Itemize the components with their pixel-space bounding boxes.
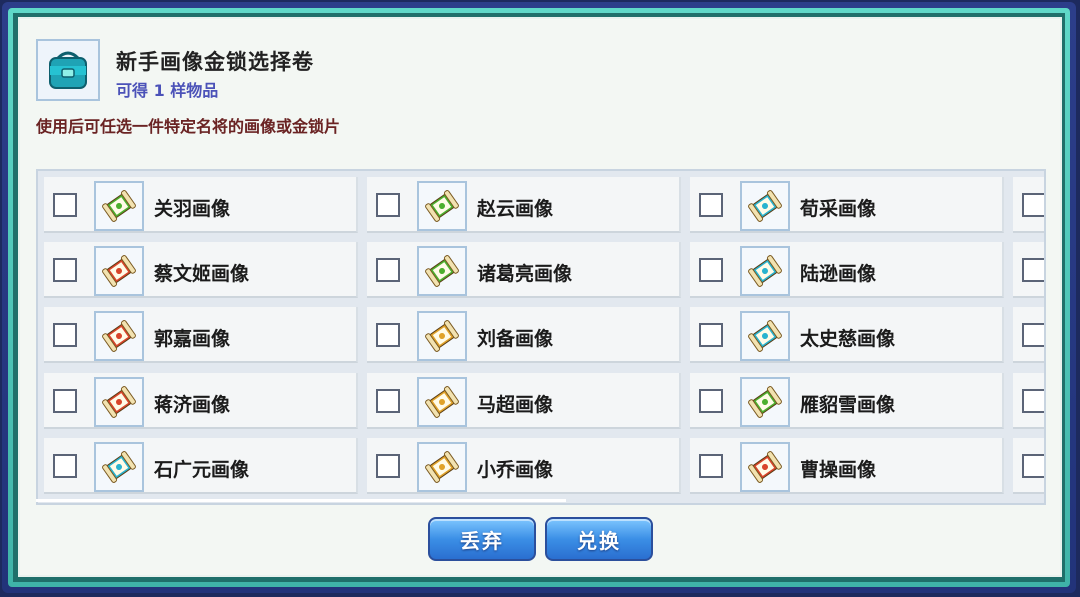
dialog-subtitle: 可得 1 样物品 bbox=[116, 81, 219, 100]
portrait-scroll-icon[interactable] bbox=[417, 181, 467, 231]
item-checkbox[interactable] bbox=[1022, 258, 1044, 282]
item-checkbox[interactable] bbox=[376, 323, 400, 347]
item-cell-partial[interactable] bbox=[1013, 242, 1044, 298]
item-checkbox[interactable] bbox=[699, 258, 723, 282]
item-checkbox[interactable] bbox=[699, 323, 723, 347]
portrait-scroll-icon[interactable] bbox=[740, 311, 790, 361]
item-name: 关羽画像 bbox=[154, 198, 231, 220]
item-name: 陆逊画像 bbox=[800, 263, 877, 285]
portrait-scroll-icon[interactable] bbox=[94, 181, 144, 231]
item-checkbox[interactable] bbox=[699, 389, 723, 413]
item-cell-partial[interactable] bbox=[1013, 177, 1044, 233]
item-cell[interactable]: 马超画像 bbox=[367, 373, 681, 429]
item-checkbox[interactable] bbox=[53, 454, 77, 478]
portrait-scroll-icon[interactable] bbox=[94, 311, 144, 361]
item-name: 小乔画像 bbox=[477, 459, 554, 481]
item-checkbox[interactable] bbox=[376, 258, 400, 282]
item-checkbox[interactable] bbox=[1022, 389, 1044, 413]
portrait-scroll-icon[interactable] bbox=[94, 442, 144, 492]
item-cell[interactable]: 诸葛亮画像 bbox=[367, 242, 681, 298]
item-checkbox[interactable] bbox=[699, 454, 723, 478]
item-name: 赵云画像 bbox=[477, 198, 554, 220]
item-checkbox[interactable] bbox=[53, 258, 77, 282]
item-name: 诸葛亮画像 bbox=[477, 263, 573, 285]
dialog-description: 使用后可任选一件特定名将的画像或金锁片 bbox=[36, 117, 341, 136]
item-checkbox[interactable] bbox=[376, 454, 400, 478]
item-cell[interactable]: 太史慈画像 bbox=[690, 307, 1004, 363]
item-cell[interactable]: 小乔画像 bbox=[367, 438, 681, 494]
item-cell[interactable]: 郭嘉画像 bbox=[44, 307, 358, 363]
portrait-scroll-icon[interactable] bbox=[417, 311, 467, 361]
item-name: 马超画像 bbox=[477, 394, 554, 416]
item-cell[interactable]: 雁貂雪画像 bbox=[690, 373, 1004, 429]
portrait-scroll-icon[interactable] bbox=[94, 377, 144, 427]
item-cell[interactable]: 赵云画像 bbox=[367, 177, 681, 233]
item-cell[interactable]: 蔡文姬画像 bbox=[44, 242, 358, 298]
exchange-button[interactable]: 兑换 bbox=[545, 517, 653, 561]
item-checkbox[interactable] bbox=[376, 389, 400, 413]
portrait-scroll-icon[interactable] bbox=[417, 442, 467, 492]
item-cell[interactable]: 蒋济画像 bbox=[44, 373, 358, 429]
item-checkbox[interactable] bbox=[376, 193, 400, 217]
item-name: 刘备画像 bbox=[477, 328, 554, 350]
item-cell[interactable]: 曹操画像 bbox=[690, 438, 1004, 494]
bag-icon bbox=[36, 39, 100, 101]
horizontal-scrollbar[interactable] bbox=[36, 499, 566, 502]
item-name: 荀采画像 bbox=[800, 198, 877, 220]
item-checkbox[interactable] bbox=[1022, 323, 1044, 347]
item-name: 石广元画像 bbox=[154, 459, 250, 481]
item-cell-partial[interactable] bbox=[1013, 307, 1044, 363]
item-cell[interactable]: 刘备画像 bbox=[367, 307, 681, 363]
item-checkbox[interactable] bbox=[53, 389, 77, 413]
item-checkbox[interactable] bbox=[1022, 193, 1044, 217]
item-checkbox[interactable] bbox=[1022, 454, 1044, 478]
item-name: 蒋济画像 bbox=[154, 394, 231, 416]
portrait-scroll-icon[interactable] bbox=[417, 377, 467, 427]
dialog-title: 新手画像金锁选择卷 bbox=[116, 50, 314, 74]
item-checkbox[interactable] bbox=[53, 193, 77, 217]
item-checkbox[interactable] bbox=[53, 323, 77, 347]
item-name: 太史慈画像 bbox=[800, 328, 896, 350]
item-name: 蔡文姬画像 bbox=[154, 263, 250, 285]
item-name: 雁貂雪画像 bbox=[800, 394, 896, 416]
portrait-scroll-icon[interactable] bbox=[740, 377, 790, 427]
item-cell[interactable]: 关羽画像 bbox=[44, 177, 358, 233]
item-name: 郭嘉画像 bbox=[154, 328, 231, 350]
portrait-scroll-icon[interactable] bbox=[740, 181, 790, 231]
item-cell[interactable]: 荀采画像 bbox=[690, 177, 1004, 233]
discard-button[interactable]: 丢弃 bbox=[428, 517, 536, 561]
item-name: 曹操画像 bbox=[800, 459, 877, 481]
portrait-scroll-icon[interactable] bbox=[94, 246, 144, 296]
portrait-scroll-icon[interactable] bbox=[740, 246, 790, 296]
item-cell-partial[interactable] bbox=[1013, 438, 1044, 494]
item-cell-partial[interactable] bbox=[1013, 373, 1044, 429]
item-cell[interactable]: 陆逊画像 bbox=[690, 242, 1004, 298]
item-checkbox[interactable] bbox=[699, 193, 723, 217]
portrait-scroll-icon[interactable] bbox=[740, 442, 790, 492]
item-selection-grid: 关羽画像 赵云画像 荀采画像蔡文姬画像 诸葛亮画像 陆逊画像郭嘉画像 刘备画像 太史慈画像蒋… bbox=[36, 169, 1046, 505]
item-cell[interactable]: 石广元画像 bbox=[44, 438, 358, 494]
portrait-scroll-icon[interactable] bbox=[417, 246, 467, 296]
